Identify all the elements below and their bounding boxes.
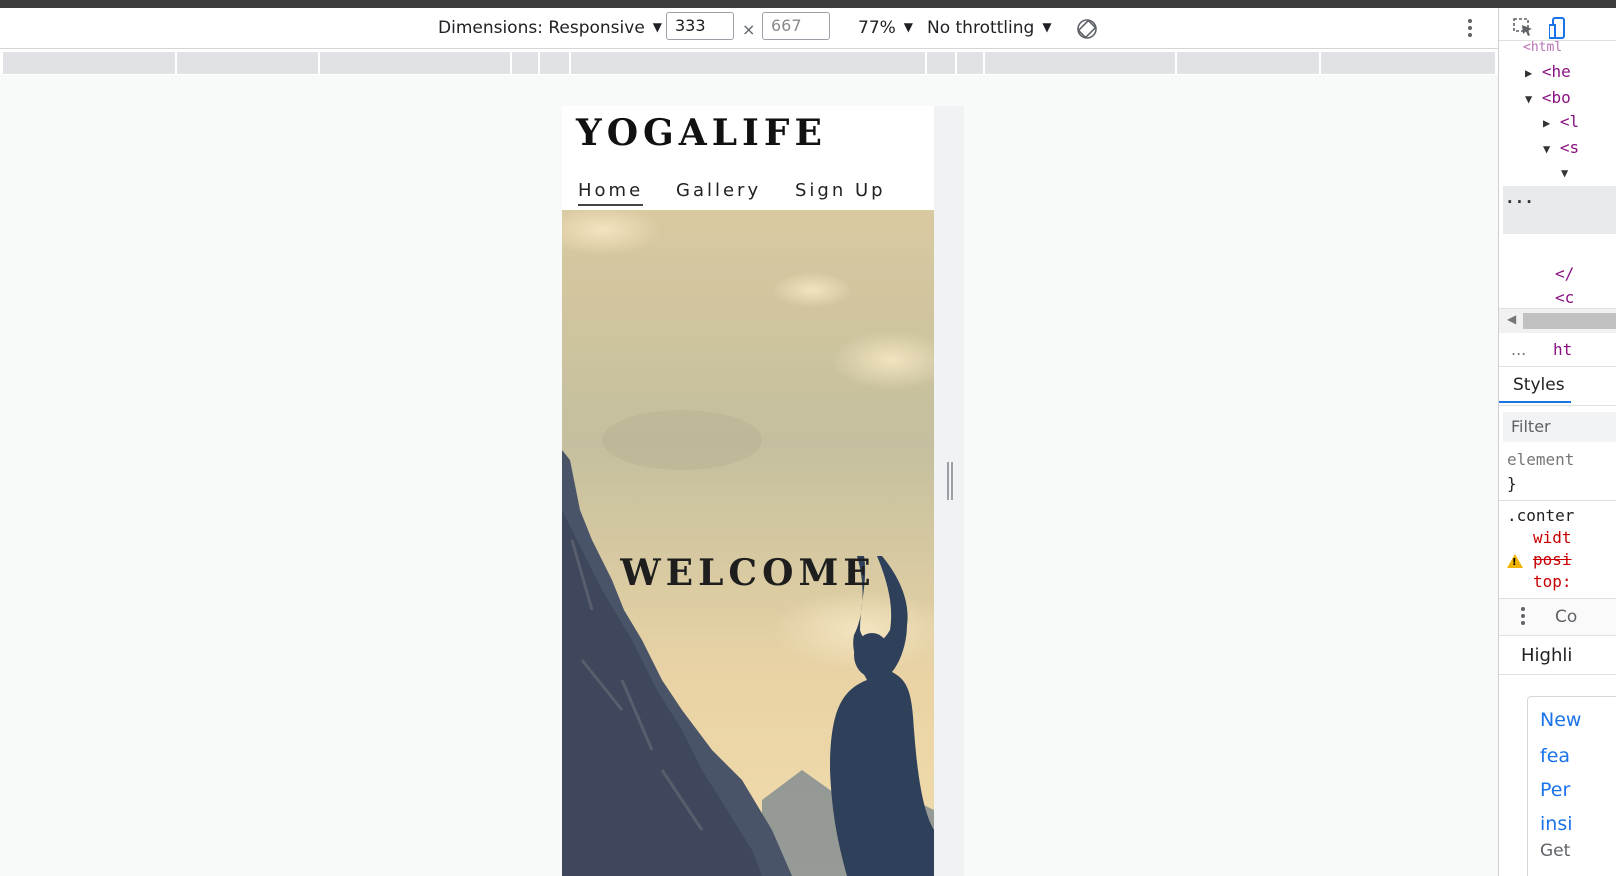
highlights-title[interactable]: Highli	[1521, 645, 1572, 666]
media-query-bar[interactable]	[3, 52, 1495, 74]
dom-line-html: <html	[1523, 40, 1563, 55]
dom-line-close-1[interactable]: </	[1555, 264, 1574, 283]
dom-line-close-2[interactable]: <c	[1555, 288, 1574, 307]
height-input[interactable]: 667	[762, 12, 830, 40]
dimensions-label: Dimensions: Responsive	[438, 18, 645, 38]
browser-top-strip	[0, 0, 1616, 8]
whats-new-footer: Get	[1540, 841, 1571, 861]
dom-expand-triangle-icon[interactable]: ▼	[1561, 162, 1568, 181]
dimensions-dropdown[interactable]: Dimensions: Responsive ▼	[438, 18, 662, 38]
rule-element-close: }	[1507, 474, 1517, 493]
site-title[interactable]: YOGALIFE	[576, 112, 827, 154]
elements-horizontal-scrollbar[interactable]: ◀	[1499, 308, 1616, 333]
styles-tabbar: Styles	[1499, 366, 1616, 406]
dom-ellipsis[interactable]: ...	[1505, 188, 1534, 207]
dom-line-child-2[interactable]: ▼ <s	[1543, 138, 1579, 157]
prop-position[interactable]: posi	[1533, 550, 1572, 569]
resize-handle[interactable]	[947, 462, 953, 500]
throttling-caret-icon: ▼	[1042, 20, 1052, 34]
width-input[interactable]: 333	[666, 12, 734, 40]
device-toolbar: Dimensions: Responsive ▼ 333 × 667 77% ▼ N…	[0, 8, 1498, 49]
more-options-icon[interactable]	[1462, 16, 1478, 40]
whats-new-link-1[interactable]: New	[1540, 709, 1581, 731]
nav-link-home[interactable]: Home	[578, 180, 644, 206]
tab-styles[interactable]: Styles	[1499, 367, 1571, 403]
hero-welcome-heading: WELCOME	[620, 552, 876, 594]
highlights-header: Highli	[1499, 638, 1616, 675]
breadcrumb-ellipsis[interactable]: ...	[1511, 340, 1526, 359]
throttling-dropdown[interactable]: No throttling ▼	[927, 18, 1052, 38]
breadcrumb-html[interactable]: ht	[1553, 340, 1572, 359]
dimensions-caret-icon: ▼	[652, 20, 663, 34]
warning-icon-mark: !	[1512, 557, 1517, 568]
zoom-caret-icon: ▼	[903, 20, 914, 34]
inspect-element-icon[interactable]	[1513, 18, 1535, 38]
scrollbar-thumb[interactable]	[1523, 313, 1616, 329]
scroll-left-icon[interactable]: ◀	[1507, 312, 1516, 326]
times-symbol: ×	[742, 20, 756, 39]
rule-element-selector: element	[1507, 450, 1575, 469]
drawer-tab-console[interactable]: Co	[1555, 607, 1577, 627]
rule-content-selector[interactable]: .conter	[1507, 506, 1574, 525]
drawer-menu-icon[interactable]	[1521, 607, 1525, 625]
nav-link-sign-up[interactable]: Sign Up	[795, 180, 886, 201]
whats-new-link-4[interactable]: insi	[1540, 813, 1573, 835]
dom-line-head[interactable]: ▶ <he	[1525, 62, 1571, 81]
prop-width[interactable]: widt	[1533, 528, 1572, 547]
drawer-tabbar: Co	[1499, 598, 1616, 636]
devtools-side-panel: <html ▶ <he ▼ <bo ▶ <l ▼ <s ▼ ... </ <c …	[1498, 8, 1616, 876]
prop-top[interactable]: top:	[1533, 572, 1572, 591]
dom-line-body[interactable]: ▼ <bo	[1525, 88, 1571, 107]
zoom-label: 77%	[858, 18, 896, 38]
zoom-dropdown[interactable]: 77% ▼	[858, 18, 913, 38]
hero-background-image	[562, 210, 934, 876]
throttling-label: No throttling	[927, 18, 1035, 38]
device-toggle-icon[interactable]	[1549, 17, 1565, 39]
whats-new-link-3[interactable]: Per	[1540, 779, 1570, 801]
dom-line-child-1[interactable]: ▶ <l	[1543, 112, 1579, 131]
whats-new-link-2[interactable]: fea	[1540, 745, 1570, 767]
nav-link-gallery[interactable]: Gallery	[676, 180, 761, 201]
styles-filter-input[interactable]: Filter	[1503, 412, 1616, 442]
rule-divider	[1499, 500, 1616, 501]
hero-section: WELCOME	[562, 210, 934, 876]
device-screen: YOGALIFE Home Gallery Sign Up WELCOME	[562, 106, 934, 876]
rotate-icon[interactable]	[1075, 17, 1099, 41]
devtools-toolbar	[1499, 8, 1616, 41]
whats-new-card: New fea Per insi Get	[1527, 696, 1616, 876]
